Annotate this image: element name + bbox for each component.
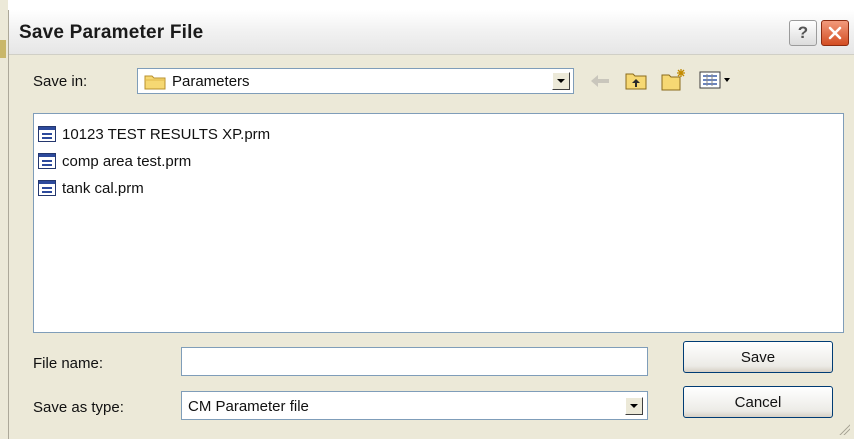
- save-in-dropdown[interactable]: Parameters: [137, 68, 574, 94]
- file-name-field[interactable]: [181, 347, 648, 376]
- help-button[interactable]: ?: [789, 20, 817, 46]
- prm-file-icon: [38, 153, 56, 169]
- new-folder-icon[interactable]: [661, 67, 687, 91]
- background-window-edge: [0, 0, 8, 439]
- save-as-type-dropdown[interactable]: CM Parameter file: [181, 391, 648, 420]
- file-name: comp area test.prm: [62, 152, 192, 170]
- save-in-folder-name: Parameters: [172, 73, 250, 90]
- save-in-label: Save in:: [33, 73, 88, 90]
- view-menu-icon[interactable]: [699, 71, 733, 89]
- file-name: tank cal.prm: [62, 179, 144, 197]
- chevron-down-icon[interactable]: [625, 397, 643, 415]
- file-list[interactable]: 10123 TEST RESULTS XP.prm comp area test…: [33, 113, 844, 333]
- close-icon: [828, 26, 842, 40]
- folder-icon: [144, 75, 166, 90]
- file-item[interactable]: 10123 TEST RESULTS XP.prm: [38, 123, 270, 145]
- prm-file-icon: [38, 126, 56, 142]
- file-name-label: File name:: [33, 355, 104, 372]
- dialog-title: Save Parameter File: [19, 22, 204, 43]
- file-name-input[interactable]: [182, 348, 647, 375]
- back-icon[interactable]: [589, 72, 611, 90]
- resize-grip[interactable]: [838, 423, 850, 435]
- help-icon: ?: [797, 23, 809, 42]
- prm-file-icon: [38, 180, 56, 196]
- title-bar[interactable]: Save Parameter File ?: [9, 10, 854, 55]
- save-as-type-label: Save as type:: [33, 399, 124, 416]
- save-parameter-file-dialog: Save Parameter File ? Save in: Parameter…: [8, 10, 854, 439]
- close-button[interactable]: [821, 20, 849, 46]
- cancel-button[interactable]: Cancel: [683, 386, 833, 418]
- file-item[interactable]: comp area test.prm: [38, 150, 191, 172]
- file-name: 10123 TEST RESULTS XP.prm: [62, 125, 271, 143]
- file-item[interactable]: tank cal.prm: [38, 177, 144, 199]
- save-button[interactable]: Save: [683, 341, 833, 373]
- up-folder-icon[interactable]: [625, 70, 647, 90]
- save-as-type-value: CM Parameter file: [188, 398, 309, 415]
- chevron-down-icon[interactable]: [552, 72, 570, 90]
- background-window-accent: [0, 40, 6, 58]
